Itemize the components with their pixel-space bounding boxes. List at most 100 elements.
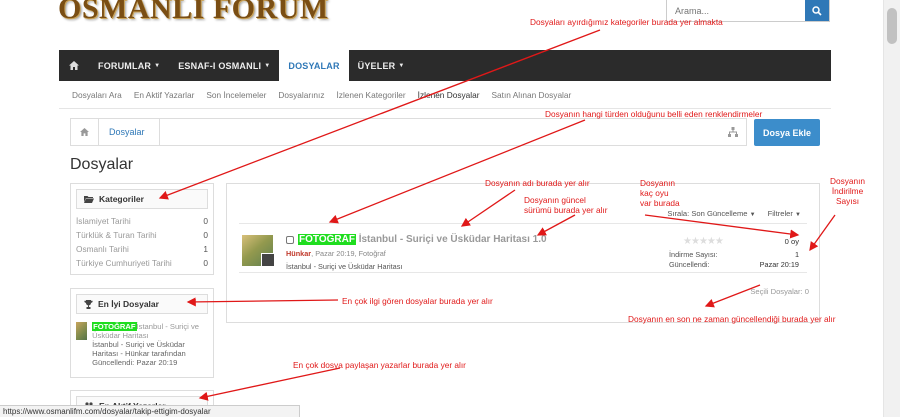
file-type-tag: FOTOĞRAF [92, 322, 137, 331]
arrow-authors [198, 367, 341, 401]
category-name[interactable]: Osmanlı Tarihi [76, 244, 129, 254]
best-file-description: İstanbul - Suriçi ve Üsküdar Haritası - … [92, 340, 186, 358]
category-name[interactable]: Türkiye Cumhuriyeti Tarihi [76, 258, 172, 268]
note-line: Dosyanın güncel [524, 195, 586, 205]
subnav-izlenen-kategoriler[interactable]: İzlenen Kategoriler [336, 90, 405, 100]
sort-label: Sırala: Son Güncelleme [667, 209, 748, 218]
downloads-label: İndirme Sayısı: [669, 250, 718, 259]
category-name[interactable]: Türklük & Turan Tarihi [76, 230, 157, 240]
note-line: Dosyanın [640, 178, 676, 188]
note-version: Dosyanın güncel sürümü burada yer alır [524, 195, 607, 215]
star-icon[interactable]: ★ [683, 236, 692, 247]
categories-box: Kategoriler İslamiyet Tarihi 0 Türklük & … [70, 183, 214, 275]
category-count: 1 [203, 244, 208, 254]
search-button[interactable] [805, 0, 829, 21]
sort-dropdown[interactable]: Sırala: Son Güncelleme ▼ [667, 209, 755, 218]
sitemap-icon[interactable] [728, 127, 738, 137]
nav-dosyalar[interactable]: DOSYALAR [279, 50, 349, 81]
updated-label: Güncellendi: [669, 260, 710, 269]
subnav-dosyalari-ara[interactable]: Dosyaları Ara [72, 90, 122, 100]
best-file-text: FOTOĞRAF İstanbul - Suriçi ve Üsküdar Har… [92, 322, 208, 367]
filter-label: Filtreler [767, 209, 793, 218]
star-icon[interactable]: ★ [707, 236, 716, 247]
home-icon [69, 61, 79, 70]
selected-files[interactable]: Seçili Dosyalar: 0 [750, 287, 809, 296]
note-line: Sayısı [836, 196, 860, 206]
nav-home[interactable] [59, 50, 89, 81]
downloads-value: 1 [794, 250, 799, 259]
subnav-en-aktif-yazarlar[interactable]: En Aktif Yazarlar [134, 90, 195, 100]
category-item[interactable]: Osmanlı Tarihi 1 [71, 242, 213, 256]
note-downloads: Dosyanın İndirilme Sayısı [830, 176, 865, 206]
note-authors: En çok dosya paylaşan yazarlar burada ye… [293, 360, 466, 370]
nav-forumlar[interactable]: FORUMLAR ▼ [89, 50, 169, 81]
filter-dropdown[interactable]: Filtreler ▼ [768, 209, 801, 218]
file-title-row: FOTOĞRAF İstanbul - Suriçi ve Üsküdar Ha… [298, 234, 547, 245]
caret-down-icon: ▼ [749, 212, 756, 218]
caret-down-icon: ▼ [795, 212, 801, 218]
author-link[interactable]: Hünkar [286, 249, 311, 258]
star-icon[interactable]: ★ [691, 236, 700, 247]
rating-stars[interactable]: ★★★★★ [683, 236, 724, 247]
category-item[interactable]: Türklük & Turan Tarihi 0 [71, 228, 213, 242]
file-description: İstanbul - Suriçi ve Üsküdar Haritası [286, 262, 403, 271]
categories-title: Kategoriler [99, 194, 144, 204]
page-scrollbar[interactable] [883, 0, 900, 417]
best-file-updated: Güncellendi: Pazar 20:19 [92, 358, 178, 367]
updated-value: Pazar 20:19 [759, 260, 799, 269]
main-navbar: FORUMLAR ▼ ESNAF-I OSMANLI ▼ DOSYALAR ÜYEL… [59, 50, 831, 81]
caret-down-icon: ▼ [154, 62, 161, 69]
file-row[interactable]: FOTOĞRAF İstanbul - Suriçi ve Üsküdar Ha… [239, 223, 807, 273]
note-line: sürümü burada yer alır [524, 205, 608, 215]
note-line: kaç oyu [640, 188, 669, 198]
subnav-son-incelemeler[interactable]: Son İncelemeler [206, 90, 266, 100]
file-title[interactable]: İstanbul - Suriçi ve Üsküdar Haritası 1.… [359, 234, 547, 245]
note-line: Dosyanın [830, 176, 866, 186]
nav-uyeler[interactable]: ÜYELER ▼ [349, 50, 414, 81]
category-name[interactable]: İslamiyet Tarihi [76, 216, 131, 226]
search-icon [812, 5, 822, 16]
avatar[interactable] [261, 253, 275, 267]
nav-esnaf[interactable]: ESNAF-I OSMANLI ▼ [169, 50, 279, 81]
category-item[interactable]: Türkiye Cumhuriyeti Tarihi 0 [71, 256, 213, 270]
note-best: En çok ilgi gören dosyalar burada yer al… [342, 296, 493, 306]
note-updated: Dosyanın en son ne zaman güncellendiği b… [628, 314, 836, 324]
subnav-dosyalariniz[interactable]: Dosyalarınız [278, 90, 324, 100]
trophy-icon [84, 299, 93, 309]
note-name: Dosyanın adı burada yer alır [485, 178, 590, 188]
file-meta-rest: , Pazar 20:19, Fotoğraf [311, 249, 386, 258]
star-icon[interactable]: ★ [699, 236, 708, 247]
file-type-tag: FOTOĞRAF [298, 234, 356, 245]
best-files-box: En İyi Dosyalar FOTOĞRAF İstanbul - Suriç… [70, 288, 214, 378]
scrollbar-thumb[interactable] [887, 8, 897, 44]
note-line: İndirilme [831, 186, 864, 196]
subnav-izlenen-dosyalar[interactable]: İzlenen Dosyalar [418, 90, 480, 100]
select-checkbox[interactable] [286, 236, 294, 244]
note-categories: Dosyaları ayırdığımız kategoriler burada… [530, 17, 723, 27]
note-line: var burada [640, 198, 680, 208]
nav-label: ÜYELER [357, 60, 396, 71]
star-icon[interactable]: ★ [715, 236, 724, 247]
category-count: 0 [203, 230, 208, 240]
best-file-item[interactable]: FOTOĞRAF İstanbul - Suriçi ve Üsküdar Har… [71, 319, 213, 370]
subnav-satin-alinan-dosyalar[interactable]: Satın Alınan Dosyalar [491, 90, 571, 100]
nav-label: DOSYALAR [288, 60, 340, 71]
breadcrumb-item-dosyalar[interactable]: Dosyalar [99, 119, 160, 145]
caret-down-icon: ▼ [398, 62, 405, 69]
site-logo[interactable]: OSMANLI FORUM [58, 0, 329, 26]
add-file-button[interactable]: Dosya Ekle [754, 119, 820, 146]
category-count: 0 [203, 258, 208, 268]
sub-navigation: Dosyaları Ara En Aktif Yazarlar Son İnce… [59, 81, 831, 109]
browser-status-url: https://www.osmanlifm.com/dosyalar/takip… [0, 405, 300, 417]
list-controls: Sırala: Son Güncelleme ▼ Filtreler ▼ [667, 209, 801, 218]
breadcrumb-home[interactable] [71, 119, 99, 145]
category-item[interactable]: İslamiyet Tarihi 0 [71, 214, 213, 228]
note-color: Dosyanın hangi türden olduğunu belli ede… [545, 109, 763, 119]
category-count: 0 [203, 216, 208, 226]
folder-open-icon [84, 196, 94, 203]
caret-down-icon: ▼ [264, 62, 271, 69]
nav-label: FORUMLAR [98, 60, 152, 71]
home-icon [80, 128, 89, 136]
file-list: Sırala: Son Güncelleme ▼ Filtreler ▼ FOT… [226, 183, 820, 323]
file-thumbnail[interactable] [76, 322, 88, 340]
